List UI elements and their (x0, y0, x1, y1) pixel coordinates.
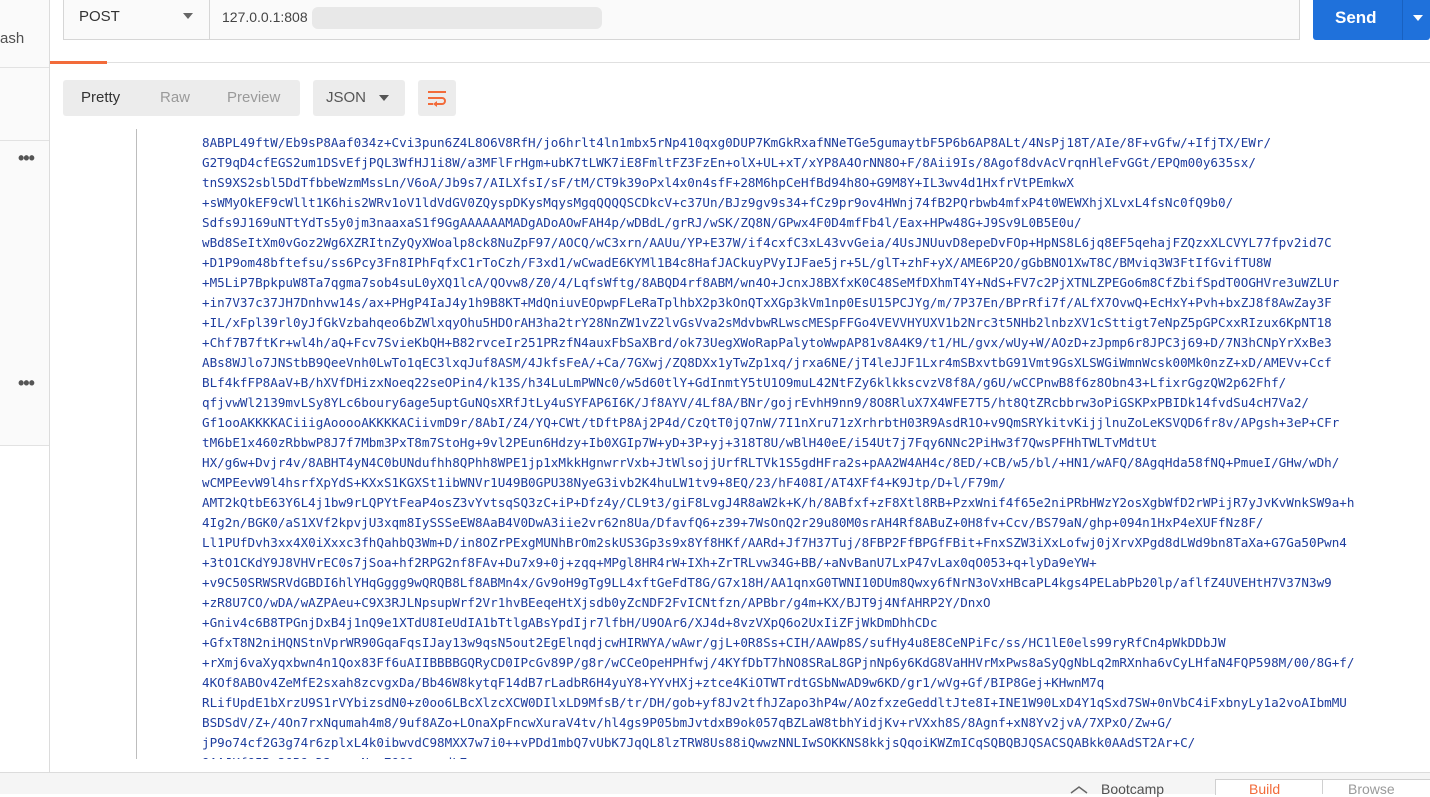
method-select[interactable]: POST (64, 0, 210, 39)
response-line: wBd8SeItXm0vGoz2Wg6XZRItnZyQyXWoalp8ck8N… (202, 235, 1332, 250)
wrap-lines-icon (428, 91, 446, 107)
wrap-lines-button[interactable] (418, 80, 456, 116)
response-tab-strip (50, 62, 1430, 63)
tab-divider (1322, 779, 1323, 794)
status-bar: Bootcamp Build Browse (0, 772, 1430, 797)
view-mode-raw[interactable]: Raw (160, 89, 190, 106)
sidebar-divider (0, 140, 49, 141)
response-line: +IL/xFpl39rl0yJfGkVzbahqeo6bZWlxqyOhu5HD… (202, 315, 1332, 330)
bootcamp-icon (1070, 786, 1088, 794)
response-line: +rXmj6vaXyqxbwn4n1Qox83Ff6uAIIBBBBGQRyCD… (202, 655, 1355, 670)
response-line: +v9C50SRWSRVdGBDI6hlYHqGggg9wQRQB8Lf8ABM… (202, 575, 1332, 590)
response-line: 9AAJKfO5Rw2QR9aD2p...Ncw7QQ1...ndL7... (202, 753, 1354, 759)
response-line: G2T9qD4cfEGS2um1DSvEfjPQL3WfHJ1i8W/a3MFl… (202, 155, 1256, 170)
response-line: tnS9XS2sbl5DdTfbbeWzmMssLn/V6oA/Jb9s7/AI… (202, 175, 1074, 190)
response-line: BLf4kfFP8AaV+B/hXVfDHizxNoeq22seOPin4/k1… (202, 375, 1287, 390)
view-mode-group: Pretty Raw Preview (63, 80, 300, 116)
response-line: Sdfs9J169uNTtYdTs5y0jm3naaxaS1f9GgAAAAAA… (202, 215, 1082, 230)
response-line: RLifUpdE1bXrzU9S1rVYbizsdN0+z0oo6LBcXlzc… (202, 695, 1347, 710)
response-line: Gf1ooAKKKKACiiigAooooAKKKKACiivmD9r/8AbI… (202, 415, 1340, 430)
response-line: tM6bE1x460zRbbwP8J7f7Mbm3PxT8m7StoHg+9vl… (202, 435, 1158, 450)
chevron-down-icon (183, 13, 193, 19)
response-line: +Gniv4c6B8TPGnjDxB4j1nQ9e1XTdU8IeUdIA1bT… (202, 615, 938, 630)
indent-guide (136, 129, 137, 759)
view-mode-preview[interactable]: Preview (227, 89, 280, 106)
active-tab-indicator (50, 61, 107, 64)
response-line: jP9o74cf2G3g74r6zplxL4k0ibwvdC98MXX7w7i0… (202, 735, 1196, 750)
request-bar: POST 127.0.0.1:808 (63, 0, 1300, 40)
left-sidebar: ash ••• ••• (0, 0, 50, 772)
chevron-down-icon[interactable] (1413, 15, 1423, 21)
sidebar-truncated-label[interactable]: ash (0, 30, 24, 47)
response-line: +sWMyOkEF9cWllt1K6his2WRv1oV1ldVdGV0ZQys… (202, 195, 1234, 210)
format-label: JSON (326, 89, 367, 106)
more-options-icon[interactable]: ••• (18, 148, 35, 169)
response-line: ABs8WJlo7JNStbB9QeeVnh0LwTo1qEC3lxqJuf8A… (202, 355, 1332, 370)
bootcamp-link[interactable]: Bootcamp (1101, 781, 1164, 797)
response-line: 8ABPL49ftW/Eb9sP8Aaf034z+Cvi3pun6Z4L8O6V… (202, 135, 1272, 150)
response-lines: 8ABPL49ftW/Eb9sP8Aaf034z+Cvi3pun6Z4L8O6V… (202, 133, 1354, 759)
redacted-url-blur (312, 7, 602, 29)
response-line: qfjvwWl2139mvLSy8YLc6boury6age5uptGuNQsX… (202, 395, 1309, 410)
tab-browse[interactable]: Browse (1348, 781, 1395, 797)
format-select[interactable]: JSON (313, 80, 405, 116)
more-options-icon[interactable]: ••• (18, 373, 35, 394)
response-line: 4Ig2n/BGK0/aS1XVf2kpvjU3xqm8IySSSeEW8AaB… (202, 515, 1264, 530)
url-input[interactable]: 127.0.0.1:808 (222, 9, 308, 25)
response-line: AMT2kQtbE63Y6L4j1bw9rLQPYtFeaP4osZ3vYvts… (202, 495, 1355, 510)
response-line: +zR8U7CO/wDA/wAZPAeu+C9X3RJLNpsupWrf2Vr1… (202, 595, 991, 610)
response-body[interactable]: 8ABPL49ftW/Eb9sP8Aaf034z+Cvi3pun6Z4L8O6V… (50, 129, 1430, 759)
response-line: +in7V37c37JH7Dnhvw14s/ax+PHgP4IaJ4y1h9B8… (202, 295, 1332, 310)
method-label: POST (79, 8, 120, 25)
response-line: +3tO1CKdY9J8VHVrEC0s7jSoa+hf2RPG2nf8FAv+… (202, 555, 1097, 570)
send-divider (1402, 0, 1403, 40)
view-mode-pretty[interactable]: Pretty (81, 89, 120, 106)
response-line: +M5LiP7BpkpuW8Ta7qgma7sob4suL0yXQ1lcA/QO… (202, 275, 1340, 290)
response-line: +D1P9om48bftefsu/ss6Pcy3Fn8IPhFqfxC1rToC… (202, 255, 1272, 270)
response-line: Ll1PUfDvh3xx4X0iXxxc3fhQahbQ3Wm+D/in8OZr… (202, 535, 1347, 550)
response-line: 4KOf8ABOv4ZeMfE2sxah8zcvgxDa/Bb46W8kytqF… (202, 675, 1105, 690)
response-line: BSDSdV/Z+/4On7rxNqumah4m8/9uf8AZo+LOnaXp… (202, 715, 1173, 730)
tab-build[interactable]: Build (1249, 781, 1280, 797)
response-line: wCMPEevW9l4hsrfXpYdS+KXxS1KGXSt1ibWNVr1U… (202, 475, 1006, 490)
sidebar-divider (0, 67, 49, 68)
response-line: +GfxT8N2niHQNStnVprWR90GqaFqsIJay13w9qsN… (202, 635, 1226, 650)
response-line: HX/g6w+Dvjr4v/8ABHT4yN4C0bUNdufhh8QPhh8W… (202, 455, 1340, 470)
send-button[interactable]: Send (1313, 0, 1430, 40)
sidebar-divider (0, 445, 49, 446)
response-line: +Chf7B7ftKr+wl4h/aQ+Fcv7SvieKbQH+B82rvce… (202, 335, 1332, 350)
send-label: Send (1335, 8, 1377, 27)
chevron-down-icon (379, 95, 389, 101)
